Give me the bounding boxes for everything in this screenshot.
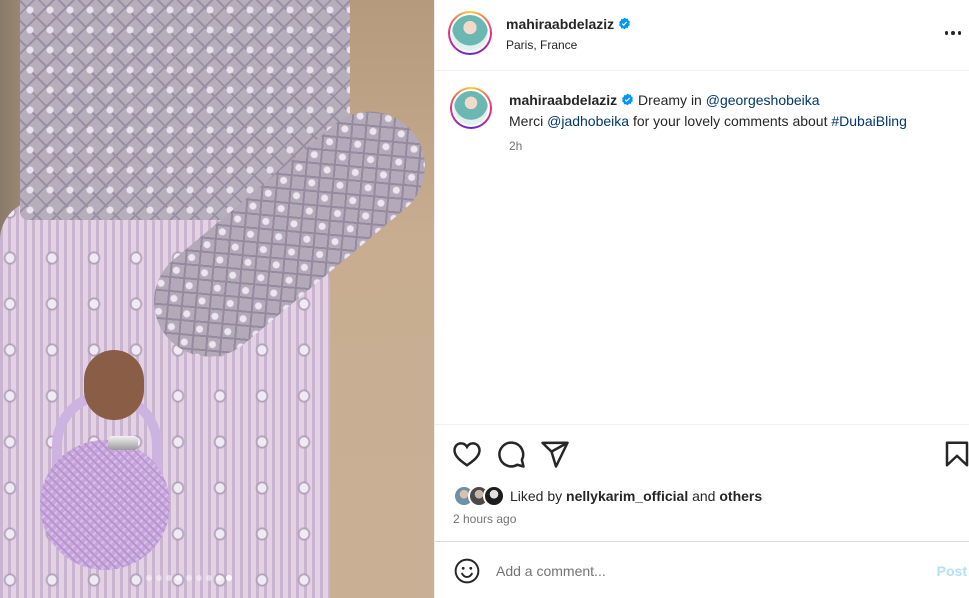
- carousel-dot-active: [226, 575, 232, 581]
- carousel-dot: [166, 575, 172, 581]
- carousel-dot: [186, 575, 192, 581]
- post-details-panel: mahiraabdelaziz Paris, France mahiraabde…: [434, 0, 969, 598]
- post-comment-button[interactable]: Post: [937, 563, 967, 579]
- action-bar: Liked by nellykarim_official and others …: [435, 424, 969, 541]
- mention-link[interactable]: @jadhobeika: [547, 113, 629, 129]
- liked-by-label: Liked by: [510, 488, 563, 504]
- liked-by-joiner: and: [692, 488, 716, 504]
- carousel-dot: [216, 575, 222, 581]
- mention-link[interactable]: @georgeshobeika: [706, 92, 820, 108]
- bag-clasp: [108, 436, 138, 450]
- likes-others-link[interactable]: others: [719, 488, 762, 504]
- hashtag-link[interactable]: #DubaiBling: [831, 113, 907, 129]
- caption-text: Merci: [509, 113, 544, 129]
- comment-input[interactable]: [496, 554, 916, 588]
- hand: [84, 350, 144, 420]
- carousel-dot: [146, 575, 152, 581]
- caption-timestamp[interactable]: 2h: [509, 139, 522, 153]
- caption-text: Dreamy in: [638, 92, 702, 108]
- post-timestamp[interactable]: 2 hours ago: [453, 512, 516, 526]
- caption-area: mahiraabdelaziz Dreamy in @georgeshobeik…: [435, 71, 969, 424]
- emoji-icon[interactable]: [454, 558, 480, 584]
- post-header: mahiraabdelaziz Paris, France: [435, 0, 969, 71]
- author-username[interactable]: mahiraabdelaziz: [506, 16, 631, 32]
- carousel-dot: [196, 575, 202, 581]
- caption-line-2: Merci @jadhobeika for your lovely commen…: [509, 113, 907, 129]
- handbag: [40, 440, 170, 570]
- carousel-dot: [156, 575, 162, 581]
- share-icon[interactable]: [540, 439, 570, 469]
- liker-username[interactable]: nellykarim_official: [566, 488, 688, 504]
- verified-badge-icon: [619, 17, 631, 30]
- comment-icon[interactable]: [496, 439, 526, 469]
- caption-avatar[interactable]: [450, 87, 492, 129]
- liked-by-row: Liked by nellykarim_official and others: [453, 485, 762, 507]
- comment-bar: Post: [435, 541, 969, 598]
- caption-line-1: mahiraabdelaziz Dreamy in @georgeshobeik…: [509, 92, 820, 108]
- carousel-dot: [176, 575, 182, 581]
- verified-badge-icon: [622, 93, 634, 106]
- caption-text: for your lovely comments about: [632, 113, 828, 129]
- carousel-dot: [206, 575, 212, 581]
- heart-icon[interactable]: [452, 439, 482, 469]
- post-image[interactable]: [0, 0, 434, 598]
- carousel-indicator: [146, 575, 232, 581]
- more-options-icon[interactable]: [940, 20, 966, 46]
- liked-by-text: Liked by nellykarim_official and others: [510, 488, 762, 504]
- bookmark-icon[interactable]: [942, 439, 969, 469]
- author-avatar[interactable]: [448, 11, 492, 55]
- liker-avatar[interactable]: [483, 485, 505, 507]
- post-location[interactable]: Paris, France: [506, 38, 577, 52]
- caption-username[interactable]: mahiraabdelaziz: [509, 92, 617, 108]
